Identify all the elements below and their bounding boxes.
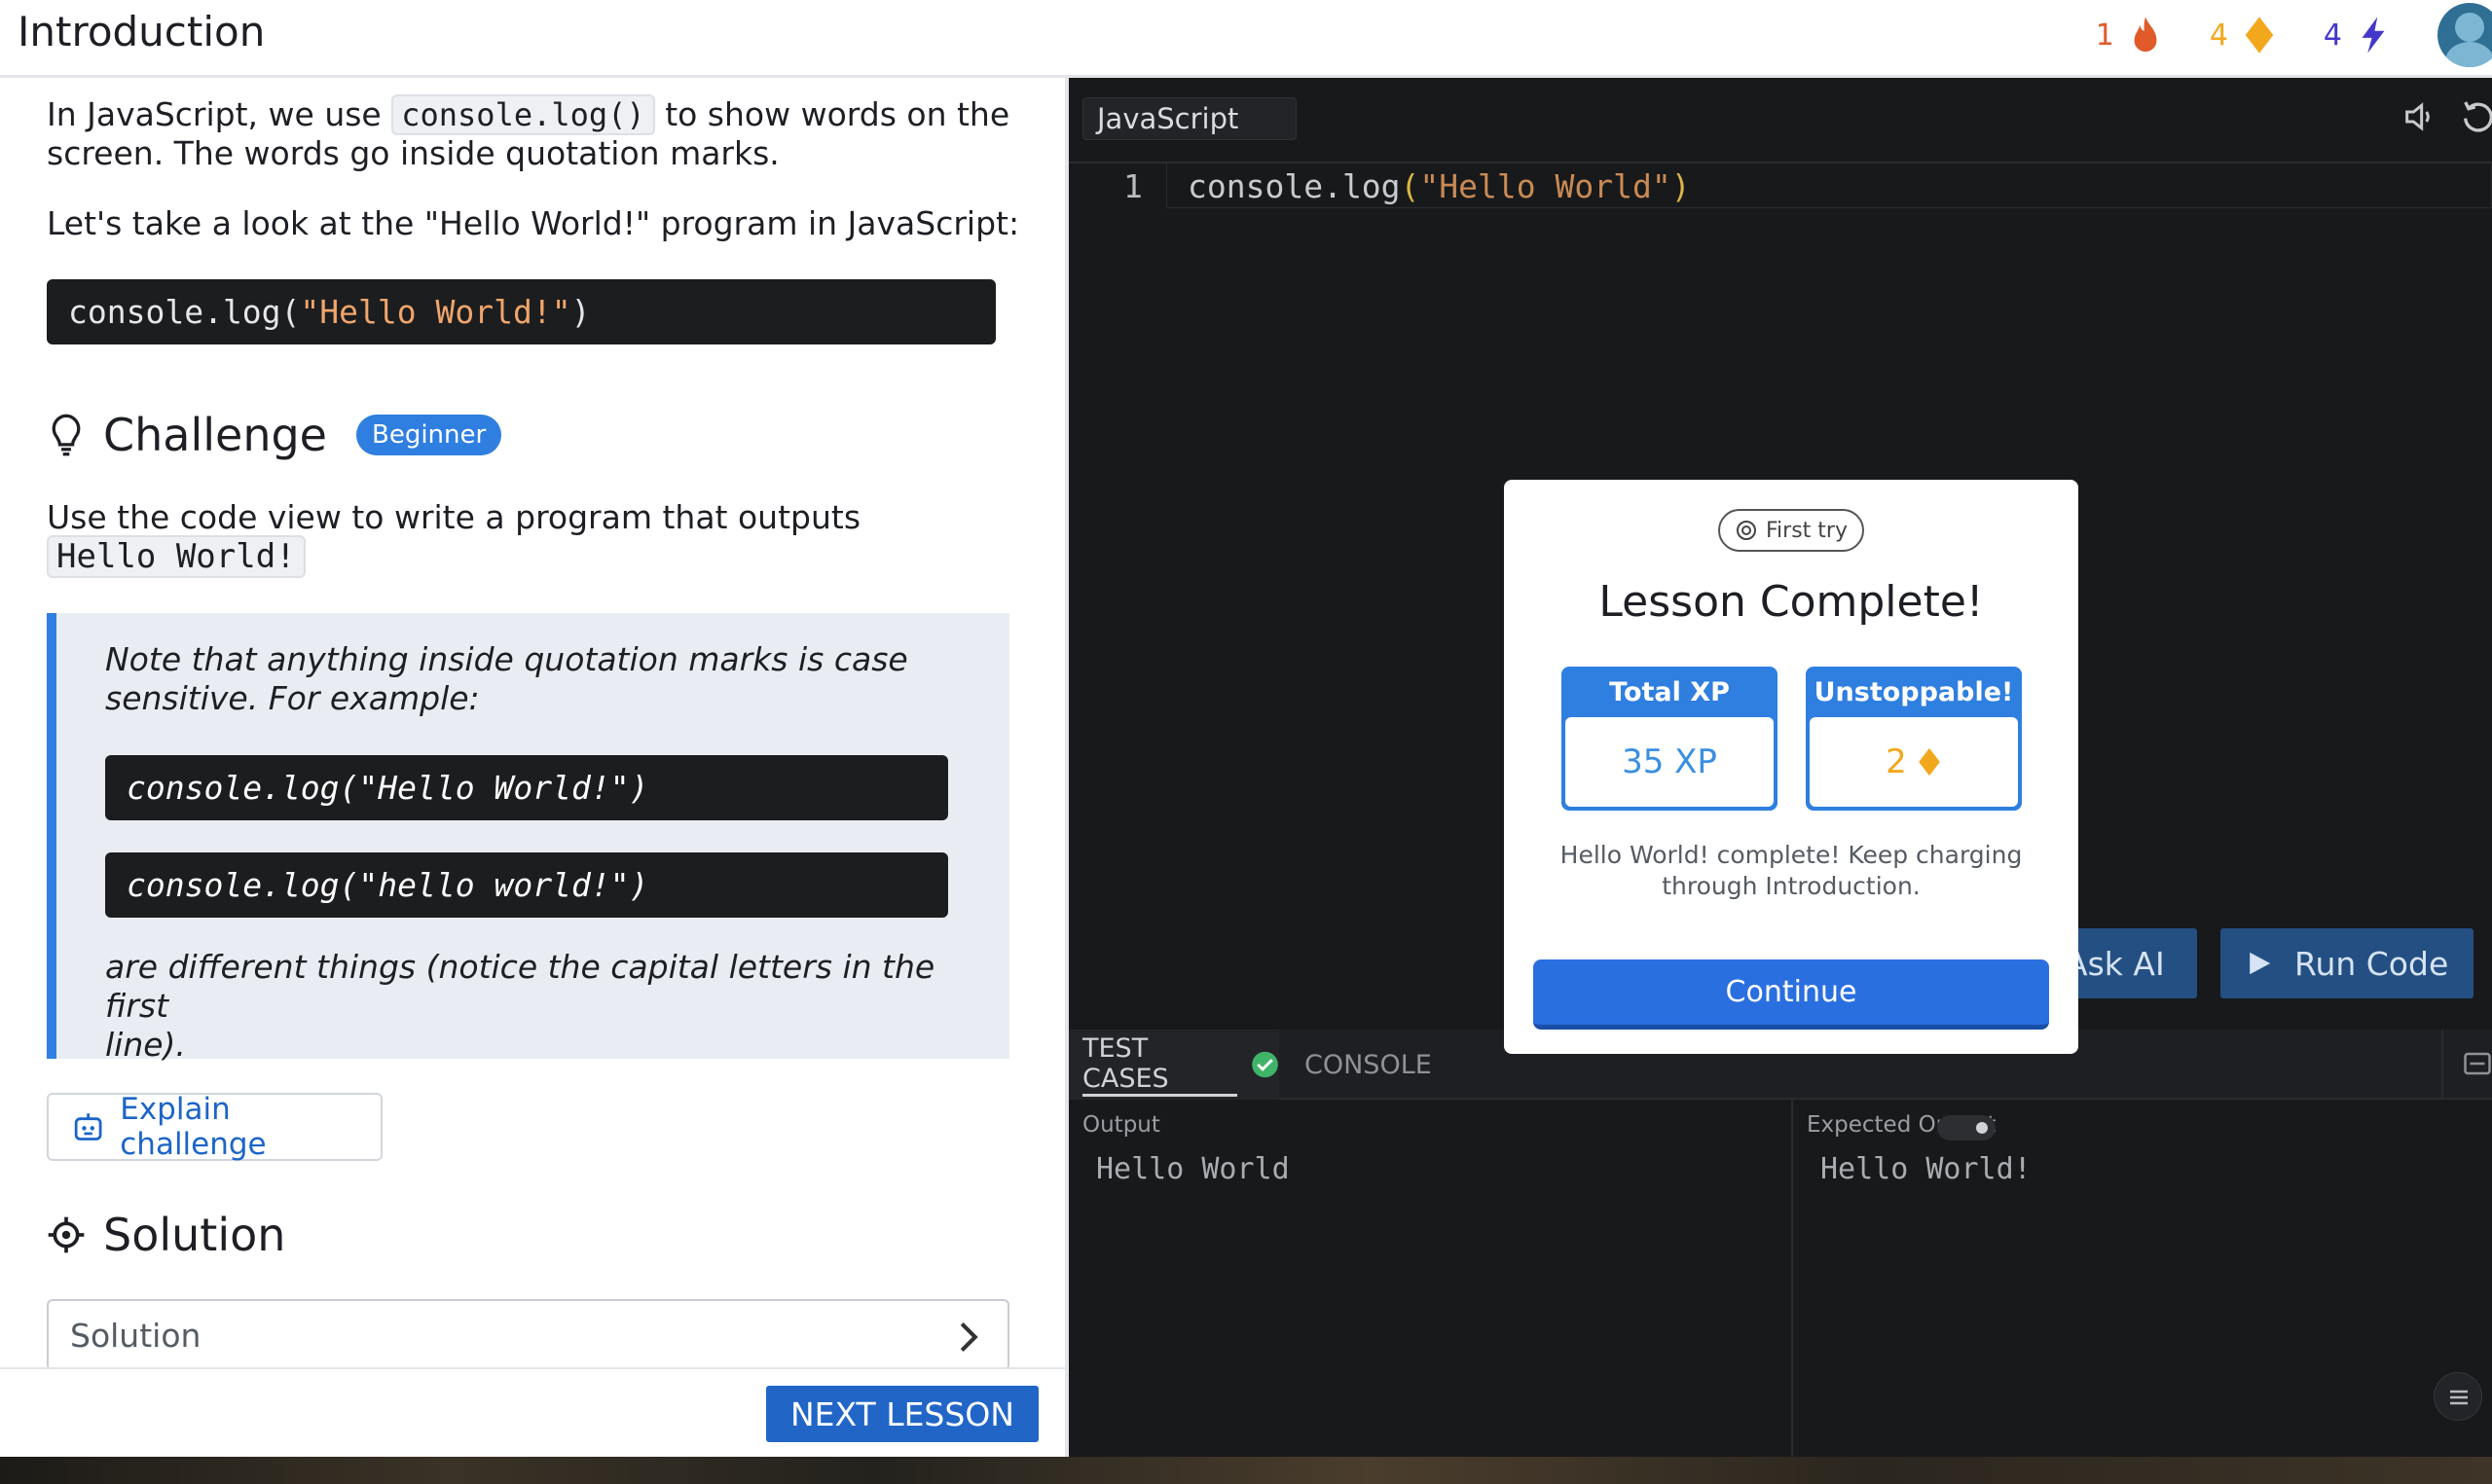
reset-icon[interactable] <box>2459 97 2492 136</box>
streak-count: 1 <box>2095 18 2114 53</box>
note-after1: are different things (notice the capital… <box>105 948 935 1025</box>
tabs-separator <box>2441 1030 2443 1100</box>
solution-accordion-label: Solution <box>70 1316 202 1355</box>
lookat-paragraph: Let's take a look at the "Hello World!" … <box>47 204 1020 242</box>
line-number: 1 <box>1123 167 1143 205</box>
note-intro: Note that anything inside quotation mark… <box>105 640 981 718</box>
example-code-block: console.log("Hello World!") <box>47 279 996 344</box>
robot-icon <box>74 1113 102 1140</box>
code-close-paren: ) <box>1670 167 1691 205</box>
challenge-paragraph: Use the code view to write a program tha… <box>47 498 861 578</box>
continue-button[interactable]: Continue <box>1533 959 2049 1030</box>
gem-icon <box>1918 747 1940 777</box>
lesson-panel: In JavaScript, we use console.log() to s… <box>0 78 1065 1367</box>
modal-description: Hello World! complete! Keep charging thr… <box>1559 841 2023 900</box>
page-title: Introduction <box>18 8 266 55</box>
next-lesson-button[interactable]: NEXT LESSON <box>766 1386 1039 1442</box>
avatar[interactable] <box>2437 3 2492 67</box>
speaker-icon[interactable] <box>2400 97 2439 136</box>
tab-test-cases[interactable]: TEST CASES <box>1069 1030 1279 1100</box>
streak-value: 2 <box>1886 742 1907 781</box>
first-try-label: First try <box>1766 518 1848 543</box>
output-separator <box>1791 1100 1793 1484</box>
total-xp-card: Total XP 35 XP <box>1561 667 1777 811</box>
run-code-label: Run Code <box>2294 944 2449 983</box>
ask-ai-label: Ask AI <box>2066 944 2165 983</box>
total-xp-value: 35 XP <box>1565 717 1774 807</box>
challenge-title: Challenge <box>103 409 327 461</box>
expected-output-toggle[interactable] <box>1937 1115 1996 1140</box>
streak-stat[interactable]: 1 <box>2096 16 2163 54</box>
difficulty-badge: Beginner <box>355 415 502 455</box>
streak-card: Unstoppable! 2 <box>1806 667 2022 811</box>
language-tab[interactable]: JavaScript <box>1082 97 1297 140</box>
intro-text-before: In JavaScript, we use <box>47 95 382 133</box>
top-bar: Introduction 1 4 4 <box>0 0 2492 78</box>
chevron-right-icon <box>960 1321 978 1353</box>
lesson-complete-modal: First try Lesson Complete! Total XP 35 X… <box>1504 480 2078 1054</box>
target-icon <box>48 1216 85 1253</box>
solution-heading: Solution <box>47 1209 285 1261</box>
note-code-block-2: console.log("hello world!") <box>105 852 948 918</box>
intro-inline-code: console.log() <box>391 94 655 135</box>
challenge-inline-code: Hello World! <box>47 535 306 578</box>
note-line2: sensitive. For example: <box>105 679 480 717</box>
code-prefix: console.log <box>1188 167 1401 205</box>
menu-icon <box>2450 1390 2468 1405</box>
tab-test-cases-label: TEST CASES <box>1082 1033 1237 1097</box>
gem-icon <box>2245 17 2274 54</box>
example-code-suffix: ) <box>570 293 591 331</box>
run-code-button[interactable]: Run Code <box>2220 928 2474 998</box>
challenge-heading: Challenge Beginner <box>47 409 502 461</box>
streak-title: Unstoppable! <box>1814 676 2014 707</box>
editor-toolbar: JavaScript <box>1069 78 2492 163</box>
solution-title: Solution <box>103 1209 286 1261</box>
output-label: Output <box>1082 1112 1160 1138</box>
flame-icon <box>2134 17 2157 53</box>
solution-accordion[interactable]: Solution <box>47 1299 1009 1367</box>
stats-bar: 1 4 4 <box>2096 0 2492 70</box>
desktop-background-strip <box>0 1457 2492 1484</box>
output-value: Hello World <box>1096 1152 1290 1186</box>
note-code-block-1: console.log("Hello World!") <box>105 755 948 820</box>
panel-icon[interactable] <box>2463 1049 2492 1078</box>
menu-button[interactable] <box>2434 1372 2482 1421</box>
code-open-paren: ( <box>1400 167 1420 205</box>
first-try-badge: First try <box>1718 509 1864 552</box>
code-string: "Hello World" <box>1419 167 1671 205</box>
modal-title: Lesson Complete! <box>1598 577 1984 627</box>
example-code-string: "Hello World!" <box>300 293 571 331</box>
example-code-prefix: console.log( <box>68 293 301 331</box>
streak-value-box: 2 <box>1810 717 2018 807</box>
code-line-1[interactable]: console.log("Hello World") <box>1188 167 1691 205</box>
explain-challenge-button[interactable]: Explain challenge <box>47 1092 383 1162</box>
note-outro: are different things (notice the capital… <box>105 948 981 1065</box>
total-xp-title: Total XP <box>1609 676 1730 707</box>
gems-stat[interactable]: 4 <box>2210 16 2277 54</box>
intro-text-line2: screen. The words go inside quotation ma… <box>47 134 780 172</box>
play-icon <box>2250 952 2271 975</box>
check-circle-icon <box>1252 1051 1278 1078</box>
lightbulb-icon <box>52 414 81 456</box>
note-after2: line). <box>105 1026 186 1064</box>
explain-challenge-label: Explain challenge <box>120 1092 267 1162</box>
energy-count: 4 <box>2323 18 2342 53</box>
expected-output-value: Hello World! <box>1820 1152 2032 1186</box>
target-icon <box>1737 521 1756 540</box>
challenge-text: Use the code view to write a program tha… <box>47 498 861 536</box>
tab-console[interactable]: CONSOLE <box>1304 1030 1432 1100</box>
intro-text-after: to show words on the <box>665 95 1010 133</box>
note-line1: Note that anything inside quotation mark… <box>105 640 908 678</box>
intro-paragraph: In JavaScript, we use console.log() to s… <box>47 94 1010 173</box>
lightning-icon <box>2362 17 2385 54</box>
energy-stat[interactable]: 4 <box>2324 16 2391 54</box>
gems-count: 4 <box>2209 18 2228 53</box>
case-sensitivity-note: Note that anything inside quotation mark… <box>47 613 1009 1064</box>
